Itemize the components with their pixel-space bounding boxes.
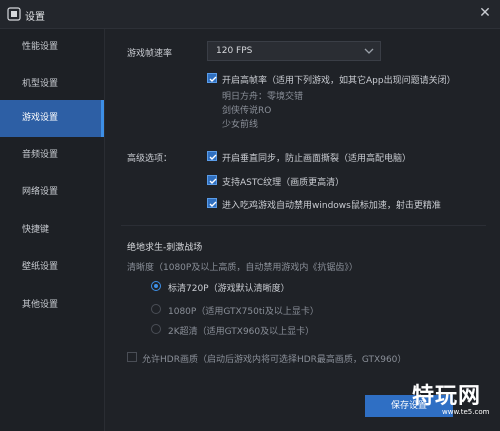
sidebar-item-game[interactable]: 游戏设置 [0,100,104,137]
vsync-checkbox[interactable] [207,151,217,161]
sidebar-item-audio[interactable]: 音频设置 [0,137,104,174]
high-fps-game-2: 剑侠传说RO [222,106,272,116]
app-logo-icon [7,7,21,21]
sidebar-item-label: 游戏设置 [22,113,59,123]
sidebar-item-other[interactable]: 其他设置 [0,287,104,324]
radio-1080p[interactable] [151,304,161,314]
astc-label: 支持ASTC纹理（画质更高清） [222,178,345,188]
sidebar-item-label: 机型设置 [22,79,59,89]
chevron-down-icon [364,48,374,54]
section-divider [121,225,486,226]
advanced-label: 高级选项： [127,154,173,164]
check-icon [209,76,217,82]
sidebar-item-device[interactable]: 机型设置 [0,66,104,103]
sidebar-item-label: 其他设置 [22,300,59,310]
sidebar-item-shortcuts[interactable]: 快捷键 [0,212,104,249]
hdr-checkbox[interactable] [127,352,137,362]
radio-2k-label: 2K超清（适用GTX960及以上显卡） [168,327,315,337]
sidebar-item-label: 网络设置 [22,187,59,197]
sidebar-item-network[interactable]: 网络设置 [0,174,104,211]
radio-720p[interactable] [151,281,161,291]
vsync-label: 开启垂直同步，防止画面撕裂（适用高配电脑） [222,154,412,164]
sidebar-item-label: 快捷键 [22,225,50,235]
close-icon[interactable]: ✕ [478,6,492,20]
watermark-logo-text: 特玩网 [412,384,482,409]
radio-720p-label: 标清720P（游戏默认清晰度） [168,284,290,294]
hdr-label: 允许HDR画质（启动后游戏内将可选择HDR最高画质，GTX960） [142,355,407,365]
sidebar-item-label: 性能设置 [22,42,59,52]
check-icon [209,154,217,160]
watermark-url: www.te5.com [442,408,490,416]
high-fps-game-1: 明日方舟：零境交错 [222,92,304,102]
sidebar: 性能设置 机型设置 游戏设置 音频设置 网络设置 快捷键 壁纸设置 其他设置 [0,29,105,431]
sidebar-item-performance[interactable]: 性能设置 [0,29,104,66]
radio-1080p-label: 1080P（适用GTX750ti及以上显卡） [168,307,319,317]
resolution-label: 清晰度（1080P及以上高质，自动禁用游戏内《抗锯齿》） [127,263,358,273]
sidebar-item-wallpaper[interactable]: 壁纸设置 [0,249,104,286]
fps-select-value: 120 FPS [216,46,253,56]
title-bar: 设置 ✕ [0,0,500,29]
sidebar-item-label: 壁纸设置 [22,262,59,272]
fps-label: 游戏帧速率 [127,49,173,59]
check-icon [209,178,217,184]
fps-select[interactable]: 120 FPS [207,41,381,61]
pubg-section-title: 绝地求生-刺激战场 [127,243,203,253]
astc-checkbox[interactable] [207,175,217,185]
mouse-accel-label: 进入吃鸡游戏自动禁用windows鼠标加速，射击更精准 [222,201,441,211]
check-icon [209,201,217,207]
radio-2k[interactable] [151,324,161,334]
high-fps-checkbox[interactable] [207,73,217,83]
high-fps-game-3: 少女前线 [222,120,259,130]
high-fps-label: 开启高帧率（适用下列游戏，如其它App出现问题请关闭） [222,76,456,86]
window-title: 设置 [25,12,45,23]
mouse-accel-checkbox[interactable] [207,198,217,208]
sidebar-item-label: 音频设置 [22,150,59,160]
